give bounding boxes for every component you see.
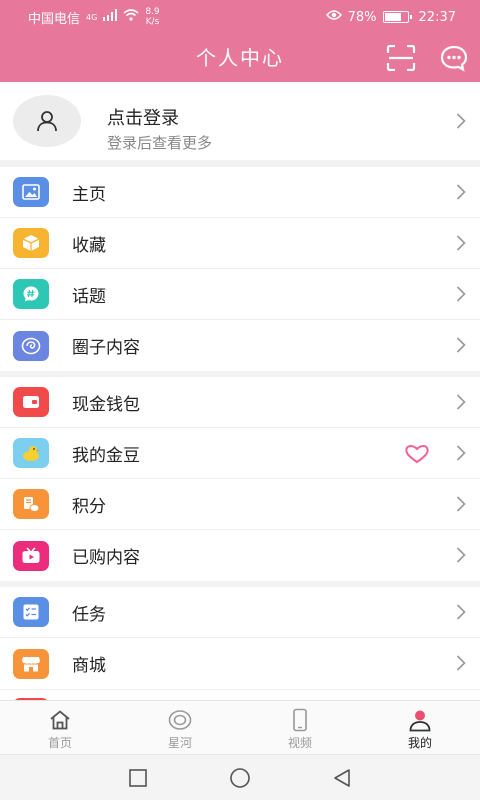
- network-speed: 8.9 K/s: [145, 7, 160, 27]
- menu-item-topics[interactable]: 话题: [0, 269, 480, 320]
- tab-video[interactable]: 视频: [240, 701, 360, 754]
- clock: 22:37: [418, 9, 456, 25]
- menu-item-label: 主页: [72, 184, 106, 205]
- wifi-icon: [123, 9, 139, 25]
- chevron-right-icon: [456, 113, 466, 129]
- tab-galaxy[interactable]: 星河: [120, 701, 240, 754]
- signal-icon: [103, 9, 118, 25]
- user-placeholder-icon: [37, 111, 57, 132]
- back-triangle-icon[interactable]: [331, 767, 353, 789]
- message-icon[interactable]: [440, 44, 468, 72]
- heart-icon: [405, 445, 429, 464]
- battery-percent: 78%: [347, 9, 377, 25]
- tab-mine[interactable]: 我的: [360, 701, 480, 754]
- menu-item-home[interactable]: 主页: [0, 167, 480, 218]
- menu-item-tasks[interactable]: 任务: [0, 587, 480, 638]
- status-bar: 中国电信 4G 8.9 K/s 78% 22:37: [0, 0, 480, 34]
- chevron-right-icon: [456, 286, 466, 302]
- menu-item-label: 话题: [72, 286, 106, 307]
- chevron-right-icon: [456, 496, 466, 512]
- menu-item-label: 现金钱包: [72, 394, 140, 415]
- avatar[interactable]: [13, 95, 81, 147]
- shop-icon: [13, 648, 49, 679]
- tab-label: 我的: [407, 736, 432, 750]
- menu-item-label: 我的金豆: [72, 445, 140, 466]
- circle-swirl-icon: [13, 330, 49, 361]
- carrier-label: 中国电信: [28, 11, 81, 27]
- login-title[interactable]: 点击登录: [107, 104, 179, 130]
- menu-item-label: 任务: [72, 604, 106, 625]
- login-subtitle: 登录后查看更多: [107, 134, 213, 152]
- menu-item-label: 积分: [72, 496, 106, 517]
- menu-item-circle-content[interactable]: 圈子内容: [0, 320, 480, 371]
- chevron-right-icon: [456, 337, 466, 353]
- home-circle-icon[interactable]: [229, 767, 251, 789]
- menu-item-purchased[interactable]: 已购内容: [0, 530, 480, 581]
- tv-icon: [13, 540, 49, 571]
- tab-label: 星河: [167, 736, 192, 750]
- network-type: 4G: [86, 12, 98, 22]
- menu-item-label: 收藏: [72, 235, 106, 256]
- menu-item-points[interactable]: 积分: [0, 479, 480, 530]
- menu-group-services: 任务 商城: [0, 587, 480, 689]
- header: 个人中心: [0, 34, 480, 82]
- user-icon: [409, 710, 431, 732]
- battery-icon: [382, 11, 412, 23]
- menu-group-assets: 现金钱包 我的金豆 积分 已购内容: [0, 377, 480, 581]
- battery-fill: [384, 13, 401, 21]
- phone-video-icon: [293, 708, 307, 732]
- menu-item-label: 圈子内容: [72, 338, 140, 358]
- home-icon: [50, 710, 70, 730]
- tab-home[interactable]: 首页: [0, 701, 120, 754]
- checklist-icon: [13, 597, 49, 627]
- galaxy-icon: [168, 710, 192, 730]
- menu-item-mall[interactable]: 商城: [0, 638, 480, 689]
- tab-label: 视频: [287, 736, 312, 750]
- eye-icon: [325, 9, 342, 25]
- menu-item-favorites[interactable]: 收藏: [0, 218, 480, 269]
- menu-group-content: 主页 收藏 话题 圈子内容: [0, 167, 480, 371]
- menu-item-label: 已购内容: [72, 548, 140, 568]
- menu-item-cash-wallet[interactable]: 现金钱包: [0, 377, 480, 428]
- chevron-right-icon: [456, 184, 466, 200]
- box-icon: [13, 228, 49, 258]
- system-nav-bar: [0, 754, 480, 800]
- menu-item-partial[interactable]: [0, 689, 480, 700]
- login-card[interactable]: 点击登录 登录后查看更多: [0, 82, 480, 160]
- chevron-right-icon: [456, 547, 466, 563]
- profile-content: 点击登录 登录后查看更多 主页 收藏 话题 圈子内容 现金钱包 我的金豆 积分 …: [0, 82, 480, 700]
- chevron-right-icon: [456, 394, 466, 410]
- bottom-tab-bar: 首页 星河 视频 我的: [0, 700, 480, 754]
- scan-icon[interactable]: [386, 44, 416, 72]
- tab-label: 首页: [47, 736, 72, 750]
- chevron-right-icon: [456, 604, 466, 620]
- chevron-right-icon: [456, 655, 466, 671]
- hashtag-icon: [13, 279, 49, 309]
- wallet-icon: [13, 387, 49, 417]
- menu-item-label: 商城: [72, 656, 106, 676]
- chevron-right-icon: [456, 235, 466, 251]
- coins-icon: [13, 489, 49, 519]
- chevron-right-icon: [456, 445, 466, 461]
- duck-icon: [13, 438, 49, 468]
- recent-apps-icon[interactable]: [127, 767, 149, 789]
- menu-item-gold-beans[interactable]: 我的金豆: [0, 428, 480, 479]
- image-icon: [13, 177, 49, 207]
